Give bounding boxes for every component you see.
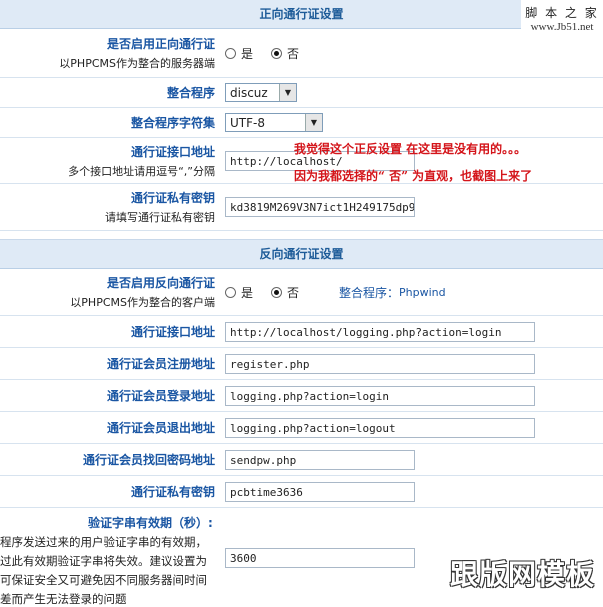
sublabel-forward-api: 多个接口地址请用逗号“,”分隔 — [68, 164, 215, 178]
row-reverse-login: 通行证会员登录地址 logging.php?action=login — [0, 380, 603, 412]
row-reverse-key: 通行证私有密钥 pcbtime3636 — [0, 476, 603, 508]
annotation-line2: 因为我都选择的“ 否” 为直观，也截图上来了 — [294, 169, 533, 183]
forward-key-input[interactable]: kd3819M269V3N7ict1H249175dp9nd0 — [225, 197, 415, 217]
label-forward-key: 通行证私有密钥 — [130, 191, 215, 205]
sublabel-forward-key: 请填写通行证私有密钥 — [105, 211, 215, 224]
reverse-program-label: 整合程序： — [339, 285, 400, 300]
row-reverse-register: 通行证会员注册地址 register.php — [0, 348, 603, 380]
reverse-key-input[interactable]: pcbtime3636 — [225, 481, 415, 502]
watermark-line1: 脚 本 之 家 — [525, 6, 599, 20]
reverse-expire-input[interactable]: 3600 — [225, 548, 415, 568]
radio-reverse-yes[interactable]: 是 — [225, 284, 253, 301]
row-forward-key: 通行证私有密钥 请填写通行证私有密钥 kd3819M269V3N7ict1H24… — [0, 184, 603, 231]
forward-section-header: 正向通行证设置 — [0, 0, 603, 29]
row-forward-enable: 是否启用正向通行证 以PHPCMS作为整合的服务器端 是 否 — [0, 29, 603, 78]
row-forward-program: 整合程序 discuz ▼ — [0, 78, 603, 108]
row-reverse-api: 通行证接口地址 http://localhost/logging.php?act… — [0, 316, 603, 348]
reverse-register-input[interactable]: register.php — [225, 353, 535, 374]
annotation-line1: 我觉得这个正反设置 在这里是没有用的。。。 — [294, 142, 527, 156]
radio-circle[interactable] — [225, 286, 236, 298]
desc-expire-2: 过此有效期验证字串将失效。建议设置为 — [0, 554, 207, 568]
reverse-logout-input[interactable]: logging.php?action=logout — [225, 417, 535, 438]
reverse-api-input[interactable]: http://localhost/logging.php?action=logi… — [225, 321, 535, 342]
sublabel-reverse-enable: 以PHPCMS作为整合的客户端 — [70, 296, 215, 309]
label-forward-enable: 是否启用正向通行证 — [106, 37, 215, 51]
desc-expire-1: 程序发送过来的用户验证字串的有效期， — [0, 535, 207, 549]
radio-reverse-no[interactable]: 否 — [271, 284, 299, 301]
radio-circle-checked[interactable] — [271, 47, 283, 59]
row-forward-charset: 整合程序字符集 UTF-8 ▼ — [0, 108, 603, 138]
chevron-down-icon[interactable]: ▼ — [279, 84, 296, 101]
radio-circle[interactable] — [225, 47, 236, 59]
radio-circle-checked[interactable] — [271, 286, 283, 298]
row-reverse-logout: 通行证会员退出地址 logging.php?action=logout — [0, 412, 603, 444]
reverse-password-input[interactable]: sendpw.php — [225, 449, 415, 470]
label-reverse-password: 通行证会员找回密码地址 — [82, 453, 215, 467]
label-reverse-api: 通行证接口地址 — [130, 325, 215, 339]
label-reverse-key: 通行证私有密钥 — [130, 485, 215, 499]
desc-expire-4: 差而产生无法登录的问题 — [0, 592, 127, 606]
label-forward-program: 整合程序 — [166, 86, 215, 100]
chevron-down-icon[interactable]: ▼ — [305, 114, 322, 131]
label-reverse-logout: 通行证会员退出地址 — [106, 421, 215, 435]
reverse-section-header: 反向通行证设置 — [0, 239, 603, 269]
label-reverse-login: 通行证会员登录地址 — [106, 389, 215, 403]
reverse-section-title: 反向通行证设置 — [259, 247, 344, 261]
label-reverse-register: 通行证会员注册地址 — [106, 357, 215, 371]
reverse-program-value: Phpwind — [399, 285, 446, 299]
radio-forward-no[interactable]: 否 — [271, 45, 299, 62]
radio-forward-yes[interactable]: 是 — [225, 45, 253, 62]
charset-select[interactable]: UTF-8 ▼ — [225, 113, 323, 132]
label-reverse-enable: 是否启用反向通行证 — [106, 276, 215, 290]
sublabel-forward-enable: 以PHPCMS作为整合的服务器端 — [59, 57, 215, 70]
label-forward-charset: 整合程序字符集 — [130, 116, 215, 130]
forward-section-title: 正向通行证设置 — [259, 7, 344, 21]
row-reverse-password: 通行证会员找回密码地址 sendpw.php — [0, 444, 603, 476]
label-forward-api: 通行证接口地址 — [130, 144, 215, 159]
program-select[interactable]: discuz ▼ — [225, 83, 297, 102]
row-reverse-enable: 是否启用反向通行证 以PHPCMS作为整合的客户端 是 否 整合程序： Phpw… — [0, 269, 603, 316]
reverse-login-input[interactable]: logging.php?action=login — [225, 385, 535, 406]
desc-expire-3: 可保证安全又可避免因不同服务器间时间 — [0, 573, 207, 587]
label-reverse-expire: 验证字串有效期（秒）: — [88, 516, 213, 530]
site-logo: 跟版网模板 — [449, 558, 595, 591]
